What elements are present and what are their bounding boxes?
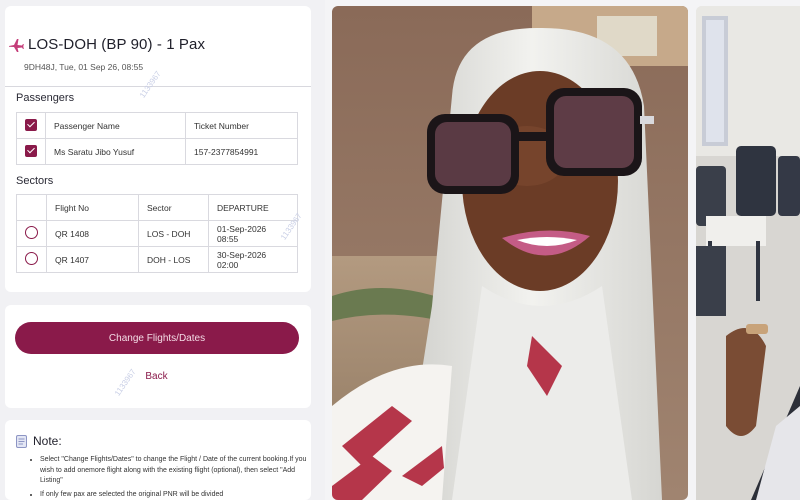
actions-card bbox=[5, 305, 311, 408]
note-list: Select "Change Flights/Dates" to change … bbox=[40, 455, 308, 500]
note-item: If only few pax are selected the origina… bbox=[40, 490, 308, 500]
flight-number: QR 1408 bbox=[46, 220, 139, 247]
route-header: LOS-DOH (BP 90) - 1 Pax bbox=[8, 36, 205, 53]
note-item: Select "Change Flights/Dates" to change … bbox=[40, 455, 308, 487]
column-header: Ticket Number bbox=[185, 112, 298, 139]
column-header: Passenger Name bbox=[45, 112, 186, 139]
plane-icon bbox=[8, 37, 24, 53]
route-title: LOS-DOH (BP 90) - 1 Pax bbox=[28, 36, 206, 53]
note-title: Note: bbox=[33, 434, 62, 448]
checkbox-checked-icon[interactable] bbox=[25, 144, 37, 157]
document-icon bbox=[16, 434, 27, 448]
radio-unchecked-icon[interactable] bbox=[25, 226, 38, 239]
selfie-photo bbox=[332, 6, 688, 500]
sector: LOS - DOH bbox=[138, 220, 209, 247]
header-empty-cell bbox=[16, 194, 47, 221]
radio-unchecked-icon[interactable] bbox=[25, 252, 38, 265]
note-header: Note: bbox=[16, 434, 62, 448]
column-header: Sector bbox=[138, 194, 209, 221]
departure: 30-Sep-2026 02:00 bbox=[208, 246, 298, 273]
table-row[interactable]: QR 1408 LOS - DOH 01-Sep-2026 08:55 bbox=[16, 220, 298, 247]
sectors-table: Flight No Sector DEPARTURE QR 1408 LOS -… bbox=[16, 194, 298, 273]
passenger-name: Ms Saratu Jibo Yusuf bbox=[45, 138, 186, 165]
column-header: DEPARTURE bbox=[208, 194, 298, 221]
passenger-checkbox-cell[interactable] bbox=[16, 138, 46, 165]
back-link[interactable]: Back bbox=[0, 371, 313, 382]
table-header-row: Passenger Name Ticket Number bbox=[16, 112, 298, 139]
table-row[interactable]: QR 1407 DOH - LOS 30-Sep-2026 02:00 bbox=[16, 246, 298, 273]
sector-radio-cell[interactable] bbox=[16, 246, 47, 273]
column-header: Flight No bbox=[46, 194, 139, 221]
header-divider bbox=[5, 86, 311, 87]
table-header-row: Flight No Sector DEPARTURE bbox=[16, 194, 298, 221]
ticket-number: 157-2377854991 bbox=[185, 138, 298, 165]
passengers-label: Passengers bbox=[16, 92, 75, 104]
booking-panel: LOS-DOH (BP 90) - 1 Pax 9DH48J, Tue, 01 … bbox=[0, 0, 325, 500]
checkbox-checked-icon[interactable] bbox=[25, 118, 37, 131]
sectors-label: Sectors bbox=[16, 175, 54, 187]
header-checkbox-cell[interactable] bbox=[16, 112, 46, 139]
change-flights-button[interactable]: Change Flights/Dates bbox=[15, 322, 299, 354]
classroom-photo bbox=[696, 6, 800, 500]
booking-reference: 9DH48J, Tue, 01 Sep 26, 08:55 bbox=[24, 62, 144, 72]
flight-number: QR 1407 bbox=[46, 246, 139, 273]
table-row[interactable]: Ms Saratu Jibo Yusuf 157-2377854991 bbox=[16, 138, 298, 165]
sector-radio-cell[interactable] bbox=[16, 220, 47, 247]
screen: LOS-DOH (BP 90) - 1 Pax 9DH48J, Tue, 01 … bbox=[0, 0, 800, 500]
sector: DOH - LOS bbox=[138, 246, 209, 273]
passengers-table: Passenger Name Ticket Number Ms Saratu J… bbox=[16, 112, 298, 165]
